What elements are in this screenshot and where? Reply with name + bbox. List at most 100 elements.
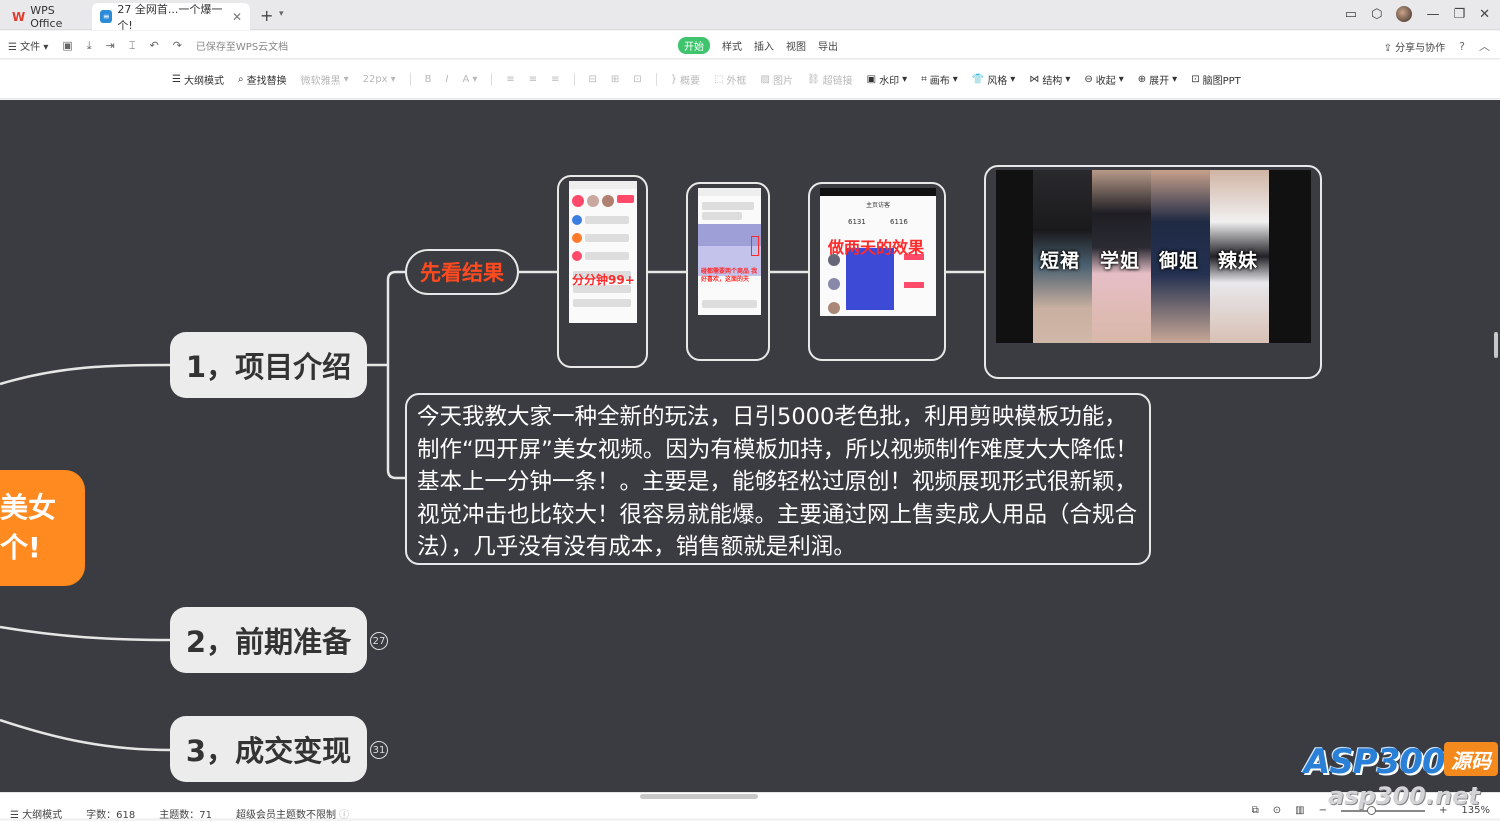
- divider: [573, 73, 575, 86]
- video-label: 御姐: [1159, 250, 1200, 272]
- tab-label: WPS Office: [30, 3, 63, 30]
- topic-count: 主题数：71: [159, 810, 212, 821]
- close-window-icon[interactable]: ✕: [1479, 7, 1490, 22]
- new-tab-icon[interactable]: +: [260, 6, 273, 25]
- image-topic-3[interactable]: 主页访客 6131 6116 做两天的效果: [808, 182, 946, 361]
- tab-label: 27 全网首...一个爆一个!: [117, 2, 223, 32]
- file-menu[interactable]: ☰ 文件 ▾: [8, 38, 48, 53]
- minus-circle-icon: ⊖: [1084, 74, 1093, 85]
- plus-circle-icon: ⊕: [1137, 74, 1147, 85]
- tab-wps-office[interactable]: W WPS Office: [4, 3, 90, 30]
- style-button[interactable]: 👕 风格 ▾: [972, 72, 1015, 87]
- find-replace-button[interactable]: ⌕ 查找替换: [238, 72, 287, 87]
- watermark-brand: ASP300: [1304, 742, 1446, 782]
- structure-button[interactable]: ⋈ 结构 ▾: [1029, 72, 1070, 87]
- image-button[interactable]: ▨ 图片: [761, 72, 793, 87]
- mindmap-ppt-button[interactable]: ⊡ 脑图PPT: [1191, 72, 1241, 87]
- export-icon[interactable]: ⇥: [106, 39, 115, 52]
- expand-button[interactable]: ⊕ 展开 ▾: [1138, 72, 1177, 87]
- cube-icon[interactable]: ⬡: [1371, 7, 1382, 22]
- help-icon[interactable]: ?: [1459, 40, 1465, 53]
- link-hub-desc: [386, 280, 405, 480]
- mindmap-doc-icon: ≡: [100, 10, 113, 23]
- font-color-button[interactable]: A ▾: [462, 74, 477, 85]
- format-painter-icon[interactable]: ⌶: [129, 39, 136, 53]
- tab-view[interactable]: 视图: [786, 38, 806, 53]
- download-icon[interactable]: ⤓: [87, 39, 92, 53]
- hyperlink-button[interactable]: ⛓ 超链接: [807, 72, 853, 87]
- link-root-branch1: [0, 363, 171, 386]
- canvas-button[interactable]: ⌗ 画布 ▾: [921, 72, 958, 87]
- watermark-logo: ASP300 源码 asp300.net: [1304, 742, 1498, 812]
- outline-mode-button[interactable]: ☰ 大纲模式: [172, 72, 224, 87]
- collapsed-count-badge[interactable]: 31: [370, 741, 388, 759]
- watermark-domain: asp300.net: [1328, 782, 1480, 810]
- font-size-select[interactable]: 22px ▾: [363, 74, 396, 85]
- menu-bar: ☰ 文件 ▾ ▣ ⤓ ⇥ ⌶ ↶ ↷ 已保存至WPS云文档 开始 样式 插入 视…: [0, 31, 1500, 59]
- insert-child-icon[interactable]: ⊟: [589, 74, 597, 85]
- mindmap-canvas[interactable]: 美女 个! 1，项目介绍 2，前期准备 27 3，成交变现 31 先看结果 分分…: [0, 100, 1500, 792]
- divider: [409, 73, 411, 86]
- link-root-branch3: [0, 718, 171, 752]
- image-topic-1[interactable]: 分分钟99+: [557, 175, 648, 368]
- align-right-icon[interactable]: ≡: [551, 74, 559, 85]
- tab-document[interactable]: ≡ 27 全网首...一个爆一个! ✕: [92, 2, 250, 32]
- align-center-icon[interactable]: ≡: [529, 74, 537, 85]
- locate-icon[interactable]: ⊙: [1273, 805, 1281, 816]
- horizontal-scrollbar[interactable]: [640, 794, 758, 799]
- layout-icon[interactable]: ▭: [1345, 7, 1357, 22]
- save-icon[interactable]: ▣: [62, 39, 72, 52]
- topic-description[interactable]: 今天我教大家一种全新的玩法，日引5000老色批，利用剪映模板功能，制作“四开屏”…: [405, 393, 1151, 565]
- tab-export[interactable]: 导出: [818, 38, 838, 53]
- video-label: 学姐: [1100, 250, 1141, 272]
- link-root-branch2: [0, 625, 171, 642]
- structure-icon: ⋈: [1029, 74, 1040, 85]
- topic-see-result[interactable]: 先看结果: [405, 249, 519, 295]
- fit-view-icon[interactable]: ⧉: [1252, 805, 1259, 816]
- frame-button[interactable]: ⬚ 外框: [714, 72, 746, 87]
- root-topic-line1: 美女: [0, 491, 57, 524]
- watermark-badge: 源码: [1444, 742, 1498, 776]
- branch-project-intro[interactable]: 1，项目介绍: [170, 332, 367, 398]
- share-button[interactable]: ⇪ 分享与协作: [1384, 39, 1446, 54]
- window-controls: ▭ ⬡ — ❐ ✕: [1345, 6, 1490, 22]
- outline-mode-status[interactable]: ☰ 大纲模式: [10, 806, 62, 821]
- vertical-scrollbar[interactable]: [1494, 332, 1498, 358]
- tab-style[interactable]: 样式: [722, 38, 742, 53]
- info-icon[interactable]: ⓘ: [339, 810, 349, 821]
- root-topic[interactable]: 美女 个!: [0, 470, 85, 586]
- avatar[interactable]: [1396, 6, 1413, 22]
- collapse-ribbon-icon[interactable]: ︿: [1479, 38, 1490, 54]
- insert-sibling-icon[interactable]: ⊞: [611, 74, 619, 85]
- close-icon[interactable]: ✕: [232, 10, 242, 24]
- image-topic-2[interactable]: 碰都需要两个商品 我好喜欢，这面的天: [686, 182, 770, 361]
- undo-icon[interactable]: ↶: [149, 39, 158, 52]
- tab-start[interactable]: 开始: [678, 37, 710, 54]
- shirt-icon: 👕: [971, 74, 985, 85]
- restore-icon[interactable]: ❐: [1453, 7, 1465, 22]
- redo-icon[interactable]: ↷: [173, 39, 182, 52]
- minimize-icon[interactable]: —: [1426, 7, 1439, 22]
- align-left-icon[interactable]: ≡: [506, 74, 514, 85]
- font-family-select[interactable]: 微软雅黑 ▾: [301, 72, 349, 87]
- share-icon: ⇪: [1383, 42, 1392, 54]
- phone-screenshot-1: 分分钟99+: [569, 181, 637, 323]
- overlay-text: 碰都需要两个商品 我好喜欢，这面的天: [701, 268, 758, 283]
- overlay-text: 分分钟99+: [572, 273, 635, 287]
- summary-button[interactable]: } 概要: [671, 72, 700, 87]
- chevron-down-icon[interactable]: ▾: [279, 9, 284, 19]
- branch-monetization[interactable]: 3，成交变现: [170, 716, 367, 782]
- divider: [491, 73, 493, 86]
- video-label: 短裙: [1040, 250, 1081, 272]
- phone-screenshot-3: 主页访客 6131 6116 做两天的效果: [820, 188, 936, 316]
- watermark-button[interactable]: ▣ 水印 ▾: [867, 72, 907, 87]
- collapse-button[interactable]: ⊖ 收起 ▾: [1084, 72, 1123, 87]
- insert-parent-icon[interactable]: ⊡: [633, 74, 641, 85]
- search-icon: ⌕: [237, 74, 244, 85]
- italic-button[interactable]: I: [446, 74, 449, 85]
- bold-button[interactable]: B: [425, 74, 432, 85]
- tab-insert[interactable]: 插入: [754, 38, 774, 53]
- collapsed-count-badge[interactable]: 27: [370, 632, 388, 650]
- link-hub-result: [386, 270, 405, 281]
- branch-preparation[interactable]: 2，前期准备: [170, 607, 367, 673]
